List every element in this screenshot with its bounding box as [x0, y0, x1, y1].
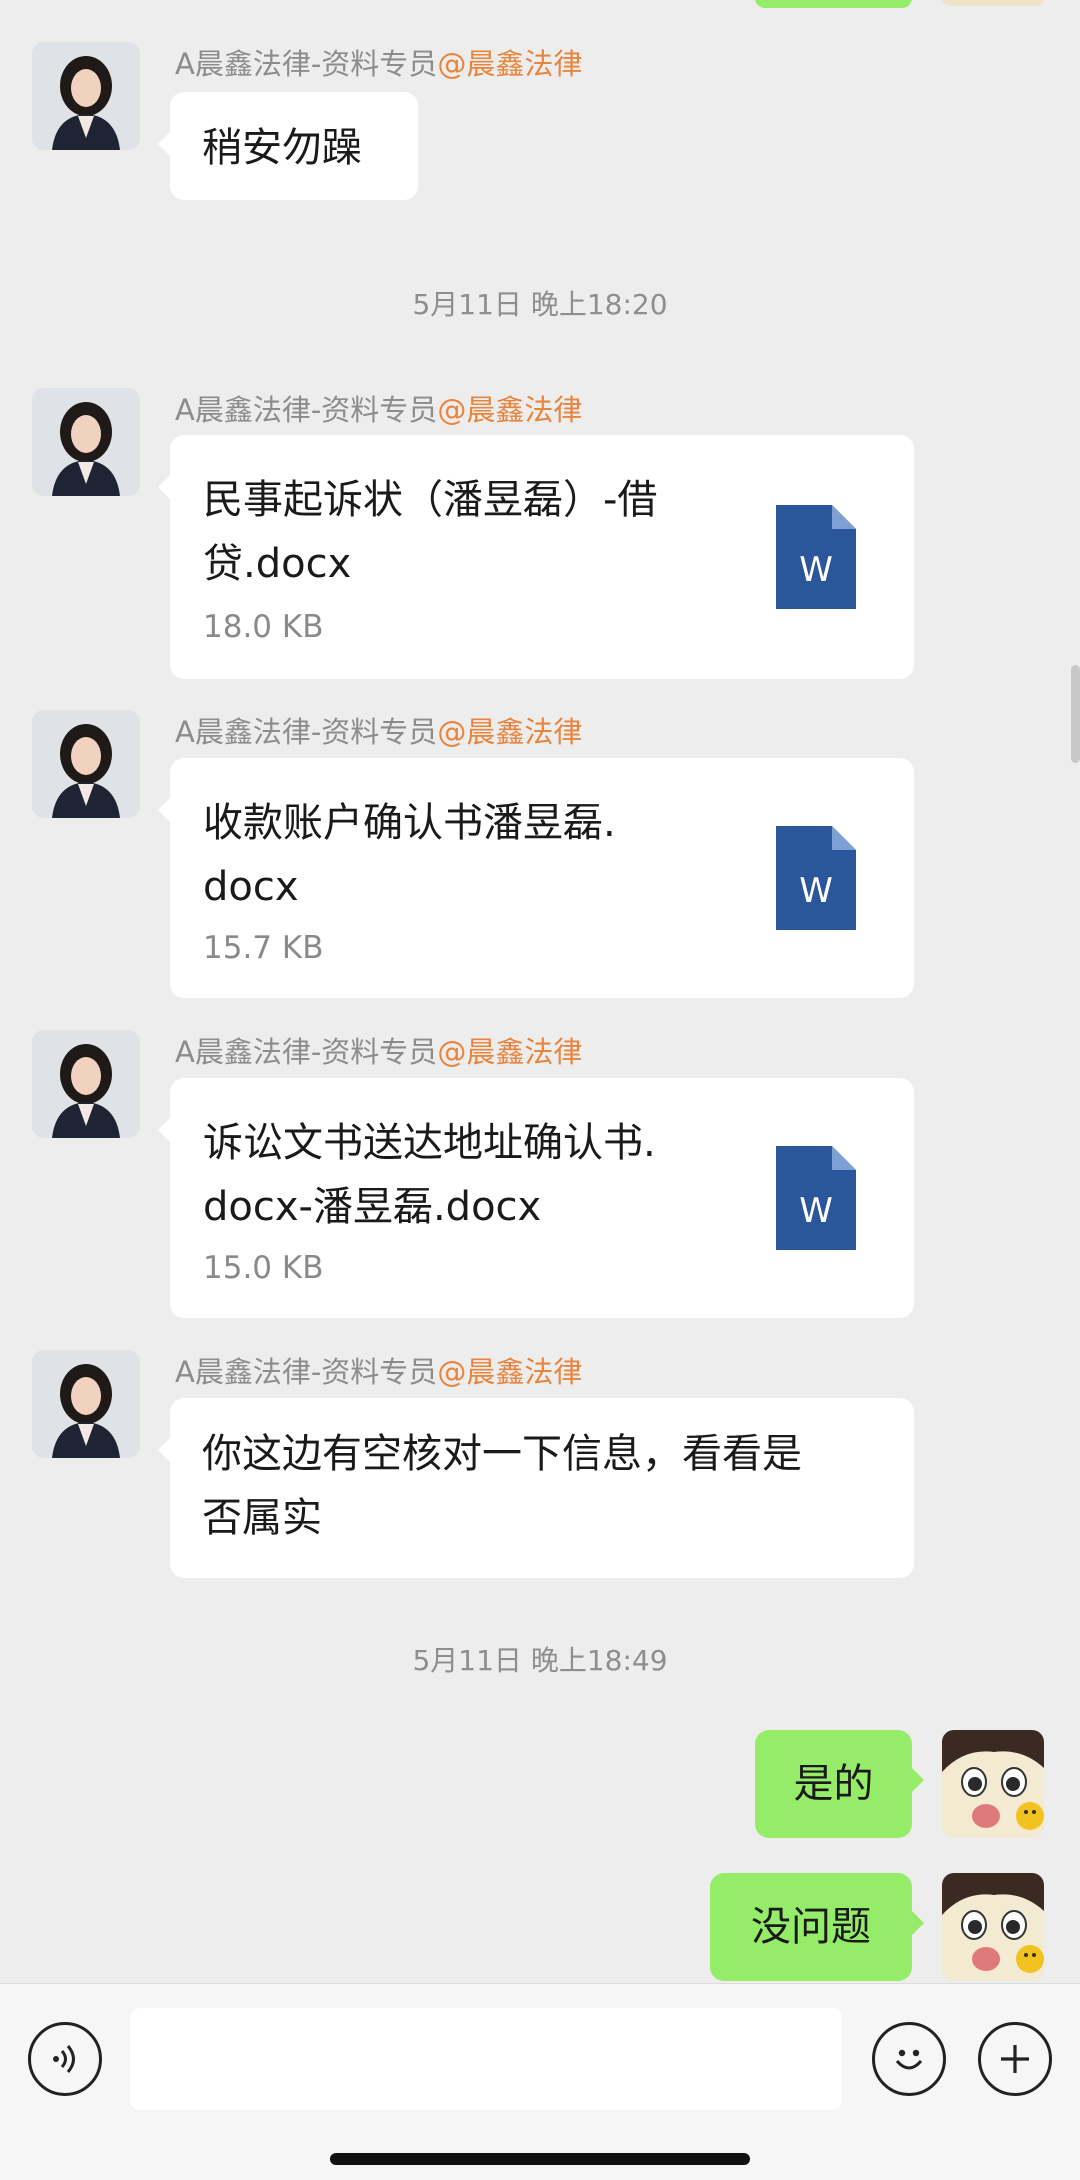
message-text: 稍安勿躁 [202, 125, 362, 171]
chat-area[interactable]: A晨鑫法律-资料专员@晨鑫法律 稍安勿躁 5月11日 晚上18:20 A晨鑫法律… [0, 0, 1080, 1983]
file-message-bubble[interactable]: 诉讼文书送达地址确认书. docx-潘昱磊.docx 15.0 KB W [158, 1078, 914, 1318]
message-bubble[interactable]: 你这边有空核对一下信息，看看是 否属实 [158, 1398, 914, 1578]
timestamp: 5月11日 晚上18:20 [412, 288, 668, 321]
word-doc-icon: W [776, 505, 856, 609]
sender-name: A晨鑫法律-资料专员@晨鑫法律 [175, 393, 583, 427]
message-text: 你这边有空核对一下信息，看看是 [202, 1431, 802, 1477]
emoji-icon [895, 2049, 923, 2070]
voice-button[interactable] [28, 2022, 102, 2096]
avatar[interactable] [32, 710, 140, 818]
file-name: 诉讼文书送达地址确认书. docx-潘昱磊.docx [203, 1120, 656, 1230]
svg-text:W: W [799, 871, 833, 911]
sender-tag: @晨鑫法律 [437, 393, 583, 427]
avatar[interactable] [32, 1350, 140, 1458]
sender-tag: @晨鑫法律 [437, 47, 583, 81]
file-name: 收款账户确认书潘昱磊. docx [203, 800, 616, 910]
message-text: 没问题 [751, 1904, 871, 1950]
sender-name: A晨鑫法律-资料专员@晨鑫法律 [175, 47, 583, 81]
plus-icon [1001, 2045, 1029, 2073]
sender-tag: @晨鑫法律 [437, 715, 583, 749]
timestamp: 5月11日 晚上18:49 [412, 1644, 668, 1677]
file-message-bubble[interactable]: 民事起诉状（潘昱磊）-借 贷.docx 18.0 KB W [158, 435, 914, 679]
self-avatar[interactable] [942, 1730, 1044, 1838]
scrollbar[interactable] [1071, 665, 1080, 763]
svg-text:W: W [799, 1191, 833, 1231]
message-text: 否属实 [202, 1495, 322, 1541]
file-name: 民事起诉状（潘昱磊）-借 贷.docx [203, 477, 658, 587]
message-text: 是的 [793, 1761, 874, 1807]
sender-tag: @晨鑫法律 [437, 1035, 583, 1069]
partial-avatar [942, 0, 1044, 6]
word-doc-icon: W [776, 1146, 856, 1250]
word-doc-icon: W [776, 826, 856, 930]
svg-text:W: W [799, 550, 833, 590]
partial-green-bubble [755, 0, 912, 8]
emoji-button[interactable] [872, 2022, 946, 2096]
message-bubble[interactable]: 稍安勿躁 [158, 92, 418, 200]
avatar[interactable] [32, 1030, 140, 1138]
file-size: 15.0 KB [203, 1250, 324, 1286]
input-toolbar [0, 1983, 1080, 2180]
plus-button[interactable] [978, 2022, 1052, 2096]
voice-icon [53, 2045, 75, 2073]
self-avatar[interactable] [942, 1873, 1044, 1981]
sender-tag: @晨鑫法律 [437, 1355, 583, 1389]
self-message-bubble[interactable]: 是的 [755, 1730, 924, 1838]
file-size: 18.0 KB [203, 609, 324, 645]
message-input[interactable] [130, 2008, 842, 2110]
avatar[interactable] [32, 388, 140, 496]
avatar[interactable] [32, 42, 140, 150]
self-message-bubble[interactable]: 没问题 [710, 1873, 924, 1981]
sender-name: A晨鑫法律-资料专员@晨鑫法律 [175, 715, 583, 749]
sender-name: A晨鑫法律-资料专员@晨鑫法律 [175, 1355, 583, 1389]
home-indicator[interactable] [330, 2153, 750, 2165]
sender-name: A晨鑫法律-资料专员@晨鑫法律 [175, 1035, 583, 1069]
file-size: 15.7 KB [203, 930, 324, 966]
file-message-bubble[interactable]: 收款账户确认书潘昱磊. docx 15.7 KB W [158, 758, 914, 998]
